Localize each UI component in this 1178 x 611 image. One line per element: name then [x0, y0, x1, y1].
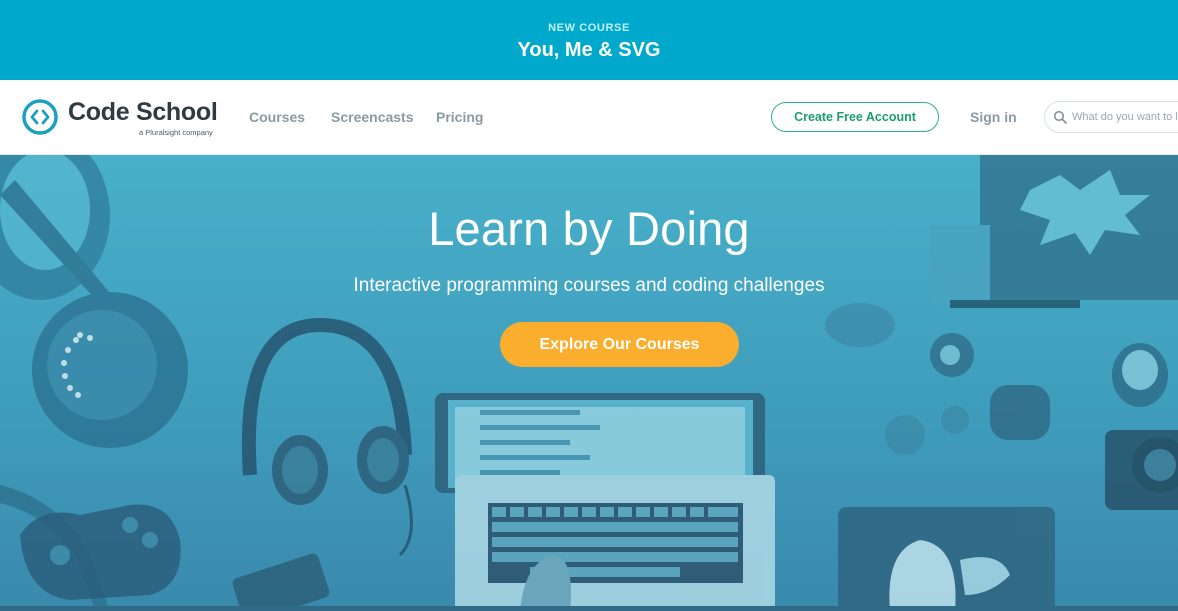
headphones-image	[241, 317, 413, 557]
banner-title[interactable]: You, Me & SVG	[518, 39, 661, 62]
hero-bottom-strip	[0, 606, 1178, 611]
code-brackets-icon	[22, 99, 58, 135]
logo-tagline: a Pluralsight company	[139, 128, 213, 137]
nav-link-courses[interactable]: Courses	[249, 109, 305, 125]
sign-in-link[interactable]: Sign in	[970, 109, 1017, 125]
phone-image	[232, 553, 330, 611]
laptop-image	[435, 393, 775, 611]
explore-courses-button[interactable]: Explore Our Courses	[500, 322, 739, 367]
hero-subheadline: Interactive programming courses and codi…	[353, 275, 825, 296]
hero-headline: Learn by Doing	[428, 202, 750, 255]
nav-link-screencasts[interactable]: Screencasts	[331, 109, 414, 125]
search-input[interactable]	[1072, 111, 1178, 123]
search-box[interactable]	[1044, 101, 1178, 133]
code-school-logo[interactable]: Code School a Pluralsight company	[22, 97, 232, 139]
logo-wordmark: Code School	[68, 98, 218, 126]
top-navigation: Code School a Pluralsight company Course…	[0, 80, 1178, 155]
new-course-banner[interactable]: NEW COURSE You, Me & SVG	[0, 0, 1178, 80]
soda-can-image	[1112, 343, 1168, 407]
camera-image	[1105, 430, 1178, 510]
game-controller-image	[20, 504, 181, 600]
mouse-pad-image	[838, 507, 1055, 611]
magnifier-icon	[1053, 110, 1067, 124]
nav-link-pricing[interactable]: Pricing	[436, 109, 483, 125]
create-free-account-button[interactable]: Create Free Account	[771, 102, 939, 132]
desk-toys-image	[825, 303, 1050, 455]
hero-section: Learn by Doing Interactive programming c…	[0, 155, 1178, 611]
banner-eyebrow: NEW COURSE	[548, 22, 630, 34]
